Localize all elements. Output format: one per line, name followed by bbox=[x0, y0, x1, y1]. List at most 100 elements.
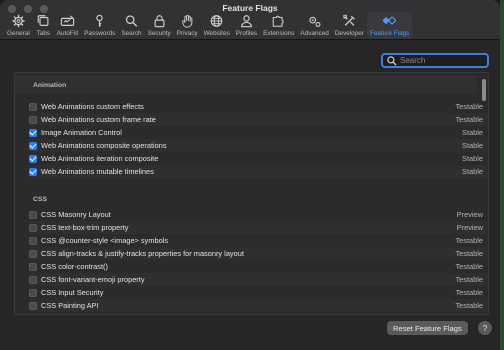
flag-name: CSS align-tracks & justify-tracks proper… bbox=[41, 249, 244, 258]
flag-checkbox[interactable] bbox=[29, 115, 37, 124]
gear-icon bbox=[12, 14, 25, 28]
tab-passwords-label: Passwords bbox=[84, 30, 116, 37]
search-field[interactable] bbox=[381, 53, 489, 68]
flag-name: CSS Masonry Layout bbox=[41, 210, 111, 219]
flag-checkbox[interactable] bbox=[29, 301, 37, 310]
tab-tabs[interactable]: Tabs bbox=[33, 12, 54, 39]
preferences-toolbar: General Tabs AutoFill Passwords Search S… bbox=[4, 12, 413, 39]
tab-security-label: Security bbox=[147, 30, 171, 37]
flag-row[interactable]: CSS @counter-style <image> symbols Testa… bbox=[29, 234, 488, 247]
hand-icon bbox=[181, 14, 192, 28]
flag-checkbox[interactable] bbox=[29, 141, 37, 150]
flag-row[interactable]: Web Animations custom effects Testable bbox=[29, 100, 488, 113]
flag-checkbox[interactable] bbox=[29, 262, 37, 271]
tab-privacy-label: Privacy bbox=[176, 30, 198, 37]
flag-checkbox[interactable] bbox=[29, 102, 37, 111]
tab-extensions[interactable]: Extensions bbox=[260, 12, 297, 39]
flags-icon bbox=[382, 16, 397, 25]
flag-status: Testable bbox=[455, 288, 483, 297]
flag-row[interactable]: Web Animations composite operations Stab… bbox=[29, 139, 488, 152]
flag-row[interactable]: CSS Masonry Layout Preview bbox=[29, 208, 488, 221]
flag-checkbox[interactable] bbox=[29, 223, 37, 232]
flag-name: CSS Painting API bbox=[41, 301, 99, 310]
flag-name: Image Animation Control bbox=[41, 128, 122, 137]
tab-websites[interactable]: Websites bbox=[201, 12, 233, 39]
search-input[interactable] bbox=[400, 56, 486, 65]
autofill-icon bbox=[60, 15, 75, 26]
puzzle-icon bbox=[272, 15, 284, 27]
tab-feature-flags[interactable]: Feature Flags bbox=[366, 12, 413, 39]
tab-advanced[interactable]: Advanced bbox=[297, 12, 331, 39]
flag-name: CSS @counter-style <image> symbols bbox=[41, 236, 169, 245]
flag-status: Stable bbox=[462, 154, 483, 163]
flag-status: Preview bbox=[456, 210, 483, 219]
flag-row[interactable]: Web Animations custom frame rate Testabl… bbox=[29, 113, 488, 126]
key-icon bbox=[96, 14, 103, 27]
tab-passwords[interactable]: Passwords bbox=[81, 12, 118, 39]
flag-status: Testable bbox=[455, 102, 483, 111]
flag-status: Testable bbox=[455, 236, 483, 245]
help-button[interactable]: ? bbox=[478, 321, 492, 335]
feature-flags-list[interactable]: Animation Web Animations custom effects … bbox=[14, 72, 489, 315]
background-edge bbox=[500, 0, 504, 350]
search-icon bbox=[125, 15, 138, 27]
title-bar: Feature Flags General Tabs AutoFill Pass… bbox=[0, 0, 500, 40]
tab-search[interactable]: Search bbox=[118, 12, 144, 39]
tab-general[interactable]: General bbox=[4, 12, 33, 39]
tab-developer[interactable]: Developer bbox=[332, 12, 367, 39]
scrollbar-thumb[interactable] bbox=[482, 79, 486, 101]
flag-status: Testable bbox=[455, 275, 483, 284]
tab-general-label: General bbox=[7, 30, 30, 37]
tab-profiles-label: Profiles bbox=[235, 30, 258, 37]
flag-checkbox[interactable] bbox=[29, 210, 37, 219]
flag-row[interactable]: CSS Input Security Testable bbox=[29, 286, 488, 299]
flag-checkbox[interactable] bbox=[29, 236, 37, 245]
lock-icon bbox=[154, 15, 165, 28]
flag-status: Stable bbox=[462, 141, 483, 150]
tab-websites-label: Websites bbox=[203, 30, 230, 37]
search-icon bbox=[387, 55, 397, 66]
tab-advanced-label: Advanced bbox=[300, 30, 329, 37]
flag-name: CSS color-contrast() bbox=[41, 262, 108, 271]
tab-autofill-label: AutoFill bbox=[56, 30, 79, 37]
tab-autofill[interactable]: AutoFill bbox=[54, 12, 81, 39]
flag-row[interactable]: CSS text-box-trim property Preview bbox=[29, 221, 488, 234]
section-title-animation: Animation bbox=[33, 82, 67, 89]
flag-checkbox[interactable] bbox=[29, 249, 37, 258]
tab-privacy[interactable]: Privacy bbox=[174, 12, 201, 39]
person-icon bbox=[241, 15, 252, 28]
section-header-bg bbox=[15, 76, 477, 94]
tab-tabs-label: Tabs bbox=[36, 30, 51, 37]
flag-checkbox[interactable] bbox=[29, 275, 37, 284]
flag-name: Web Animations composite operations bbox=[41, 141, 167, 150]
flag-name: CSS text-box-trim property bbox=[41, 223, 129, 232]
flag-checkbox[interactable] bbox=[29, 167, 37, 176]
tools-icon bbox=[343, 14, 355, 26]
flag-checkbox[interactable] bbox=[29, 154, 37, 163]
flag-name: Web Animations custom effects bbox=[41, 102, 144, 111]
tabs-icon bbox=[37, 15, 49, 26]
tab-profiles[interactable]: Profiles bbox=[233, 12, 260, 39]
flag-row[interactable]: CSS Painting API Testable bbox=[29, 299, 488, 312]
flag-status: Testable bbox=[455, 262, 483, 271]
flag-status: Stable bbox=[462, 128, 483, 137]
flag-name: Web Animations mutable timelines bbox=[41, 167, 154, 176]
flag-name: CSS font-variant-emoji property bbox=[41, 275, 145, 284]
flag-row[interactable]: Web Animations mutable timelines Stable bbox=[29, 165, 488, 178]
tab-developer-label: Developer bbox=[334, 30, 364, 37]
flag-row[interactable]: Image Animation Control Stable bbox=[29, 126, 488, 139]
flag-name: Web Animations iteration composite bbox=[41, 154, 159, 163]
flag-checkbox[interactable] bbox=[29, 128, 37, 137]
flag-row[interactable]: CSS color-contrast() Testable bbox=[29, 260, 488, 273]
flag-status: Stable bbox=[462, 167, 483, 176]
flag-row[interactable]: CSS font-variant-emoji property Testable bbox=[29, 273, 488, 286]
globe-icon bbox=[210, 15, 223, 27]
reset-feature-flags-button[interactable]: Reset Feature Flags bbox=[387, 321, 468, 335]
tab-search-label: Search bbox=[121, 30, 142, 37]
tab-security[interactable]: Security bbox=[145, 12, 174, 39]
flag-row[interactable]: Web Animations iteration composite Stabl… bbox=[29, 152, 488, 165]
preferences-window: Feature Flags General Tabs AutoFill Pass… bbox=[0, 0, 500, 350]
gears-icon bbox=[309, 16, 321, 27]
flag-checkbox[interactable] bbox=[29, 288, 37, 297]
flag-row[interactable]: CSS align-tracks & justify-tracks proper… bbox=[29, 247, 488, 260]
